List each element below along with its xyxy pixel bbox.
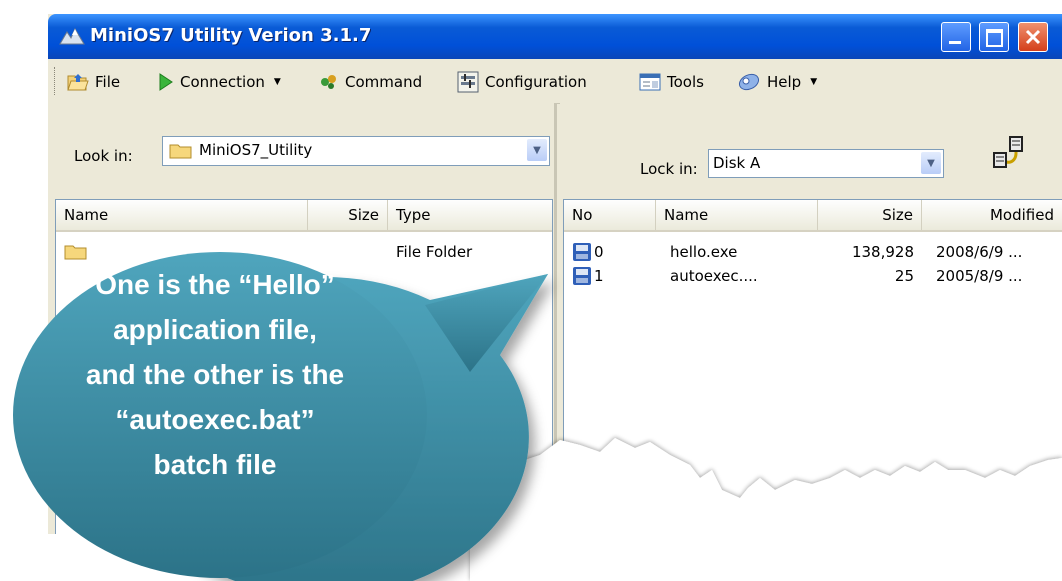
callout-text: One is the “Hello” application file, and…	[85, 269, 345, 480]
